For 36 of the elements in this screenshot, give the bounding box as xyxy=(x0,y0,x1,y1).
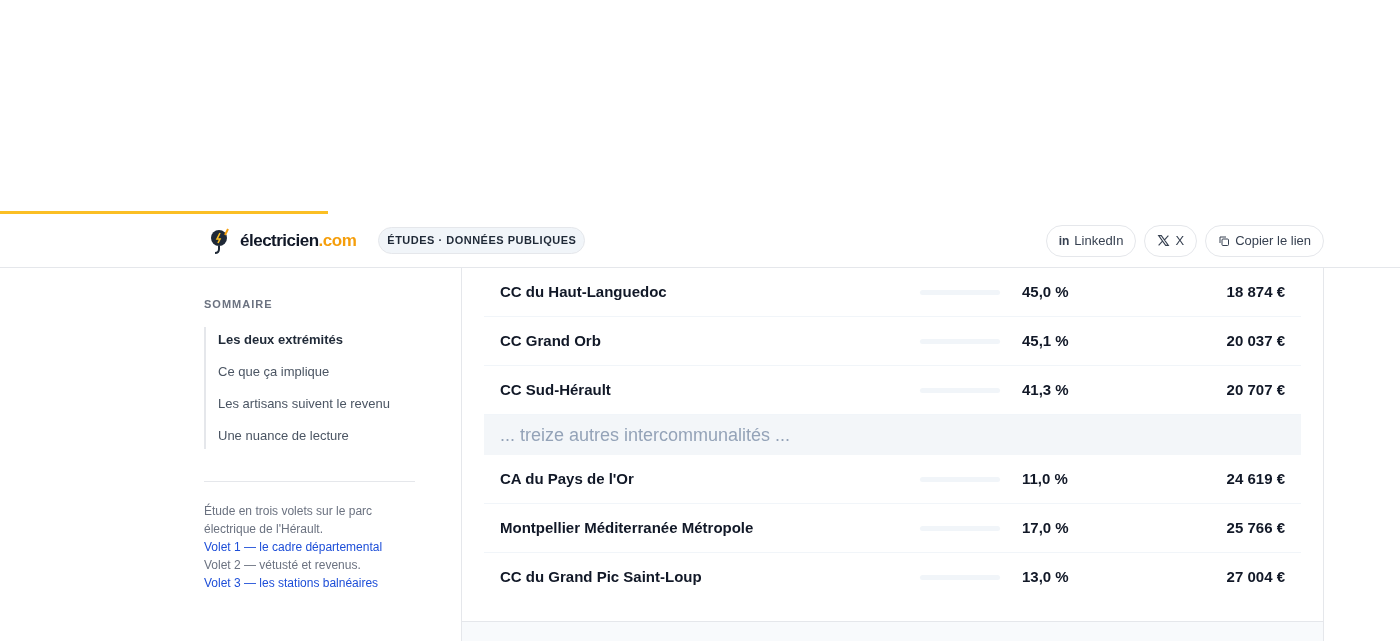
table-cell-text: 18 874 € xyxy=(1226,281,1285,302)
table-cell-text: 41,3 % xyxy=(1022,379,1069,400)
table-cell-text: 24 619 € xyxy=(1226,468,1285,489)
collapsed-rows-note: ... treize autres intercommunalités ... xyxy=(484,415,1301,455)
table-cell-text: 13,0 % xyxy=(1022,567,1069,588)
table-cell-text: CC Grand Orb xyxy=(500,330,602,351)
table-cell-text: 11,0 % xyxy=(1022,468,1068,489)
table-cell-text: 20 707 € xyxy=(1226,379,1285,400)
table-cell-text: 20 037 € xyxy=(1226,330,1285,351)
table-cell-text: Montpellier Méditerranée Métropole xyxy=(500,517,755,538)
copy-icon xyxy=(1218,234,1231,247)
toc-link[interactable]: Les artisans suivent le revenu xyxy=(206,392,415,415)
table-cell-text: 27 004 € xyxy=(1226,567,1285,588)
table-cell-text: CA du Pays de l'Or xyxy=(500,468,635,489)
share-button[interactable]: X xyxy=(1144,224,1198,257)
volet-link[interactable]: Volet 3 — les stations balnéaires xyxy=(204,573,415,592)
table-cell-text: 17,0 % xyxy=(1022,517,1069,538)
x-logo-icon xyxy=(1157,234,1171,247)
site-logo-text[interactable]: électricien.com xyxy=(240,227,357,254)
toc-link[interactable]: Une nuance de lecture xyxy=(206,424,415,447)
volet-text: Volet 2 — vétusté et revenus. xyxy=(204,556,362,574)
share-button[interactable]: in LinkedIn xyxy=(1045,224,1137,257)
table-cell-text: CC du Grand Pic Saint-Loup xyxy=(500,567,703,588)
volet-link[interactable]: Volet 1 — le cadre départemental xyxy=(204,537,415,556)
table-cell-text: 45,1 % xyxy=(1022,330,1069,351)
sidebar-title: SOMMAIRE xyxy=(204,297,274,312)
section-badge: ÉTUDES · DONNÉES PUBLIQUES xyxy=(378,227,586,254)
toc-link[interactable]: Ce que ça implique xyxy=(206,360,415,383)
table-cell-text: CC du Haut-Languedoc xyxy=(500,281,668,302)
toc-link[interactable]: Les deux extrémités xyxy=(206,328,415,351)
study-intro-text: Étude en trois volets sur le parc électrique de l'Hérault. xyxy=(204,502,374,538)
share-button[interactable]: Copier le lien xyxy=(1205,224,1324,257)
table-cell-text: 45,0 % xyxy=(1022,281,1069,302)
table-cell-text: 25 766 € xyxy=(1226,517,1285,538)
table-cell-text: CC Sud-Hérault xyxy=(500,379,612,400)
linkedin-icon: in xyxy=(1058,231,1070,250)
